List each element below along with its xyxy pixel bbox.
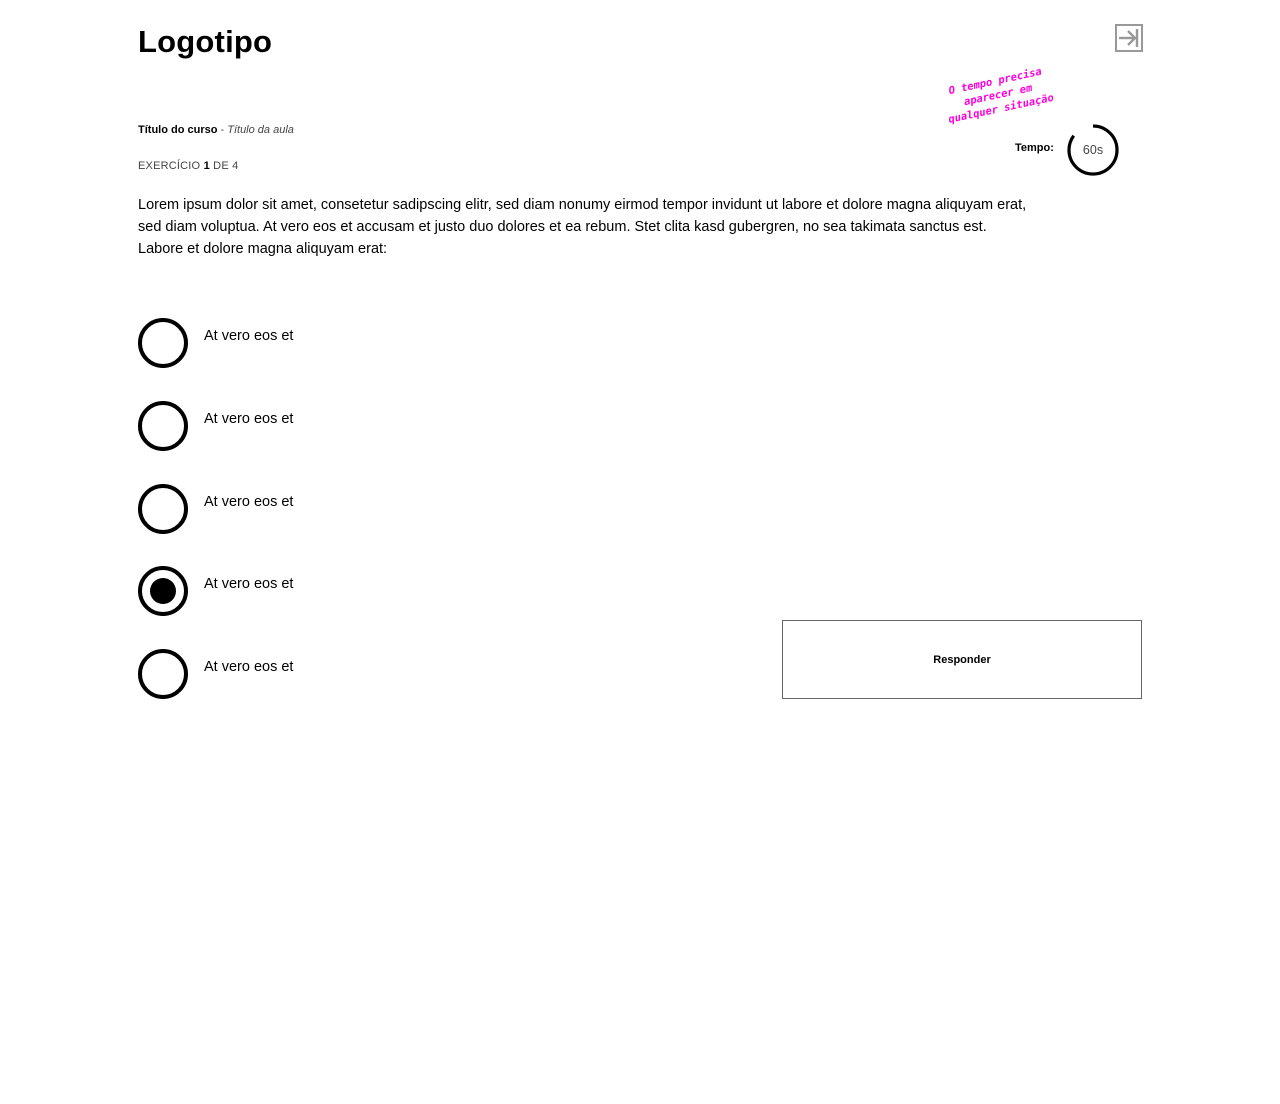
timer-label: Tempo: <box>1015 142 1054 154</box>
timer-value: 60s <box>1082 143 1104 157</box>
answer-option-label: At vero eos et <box>204 576 294 592</box>
timer-annotation-note: O tempo precisa aparecer em qualquer sit… <box>940 63 1056 127</box>
exercise-middle: DE <box>213 160 229 172</box>
answer-option-label: At vero eos et <box>204 328 294 344</box>
exit-icon <box>1114 23 1144 53</box>
answer-option-label: At vero eos et <box>204 494 294 510</box>
exercise-prefix: EXERCÍCIO <box>138 160 201 172</box>
lesson-title: Título da aula <box>227 124 294 136</box>
radio-button[interactable] <box>138 401 188 451</box>
answer-option[interactable]: At vero eos et <box>138 318 438 370</box>
answer-option-label: At vero eos et <box>204 659 294 675</box>
question-line: Labore et dolore magna aliquyam erat: <box>138 241 388 257</box>
breadcrumb: Título do curso - Título da aula <box>138 124 294 136</box>
radio-button[interactable] <box>138 566 188 616</box>
submit-answer-button[interactable]: Responder <box>782 620 1142 699</box>
countdown-timer: 60s <box>1066 123 1120 177</box>
radio-button[interactable] <box>138 649 188 699</box>
exercise-counter: EXERCÍCIO 1 DE 4 <box>138 160 238 172</box>
answer-option[interactable]: At vero eos et <box>138 649 438 701</box>
question-line: sed diam voluptua. At vero eos et accusa… <box>138 219 987 235</box>
answer-option[interactable]: At vero eos et <box>138 484 438 536</box>
question-text: Lorem ipsum dolor sit amet, consetetur s… <box>138 194 1148 260</box>
exercise-total: 4 <box>232 160 239 172</box>
answer-option[interactable]: At vero eos et <box>138 401 438 453</box>
answer-option[interactable]: At vero eos et <box>138 566 438 618</box>
question-line: Lorem ipsum dolor sit amet, consetetur s… <box>138 197 1027 213</box>
exercise-current: 1 <box>203 160 210 172</box>
radio-button[interactable] <box>138 318 188 368</box>
breadcrumb-separator: - <box>217 124 228 136</box>
exit-button[interactable] <box>1114 23 1144 53</box>
logo: Logotipo <box>138 24 273 59</box>
answer-option-label: At vero eos et <box>204 411 294 427</box>
course-title: Título do curso <box>138 124 218 136</box>
radio-button[interactable] <box>138 484 188 534</box>
exercise-page: Logotipo O tempo precisa aparecer em qua… <box>0 0 1280 1104</box>
